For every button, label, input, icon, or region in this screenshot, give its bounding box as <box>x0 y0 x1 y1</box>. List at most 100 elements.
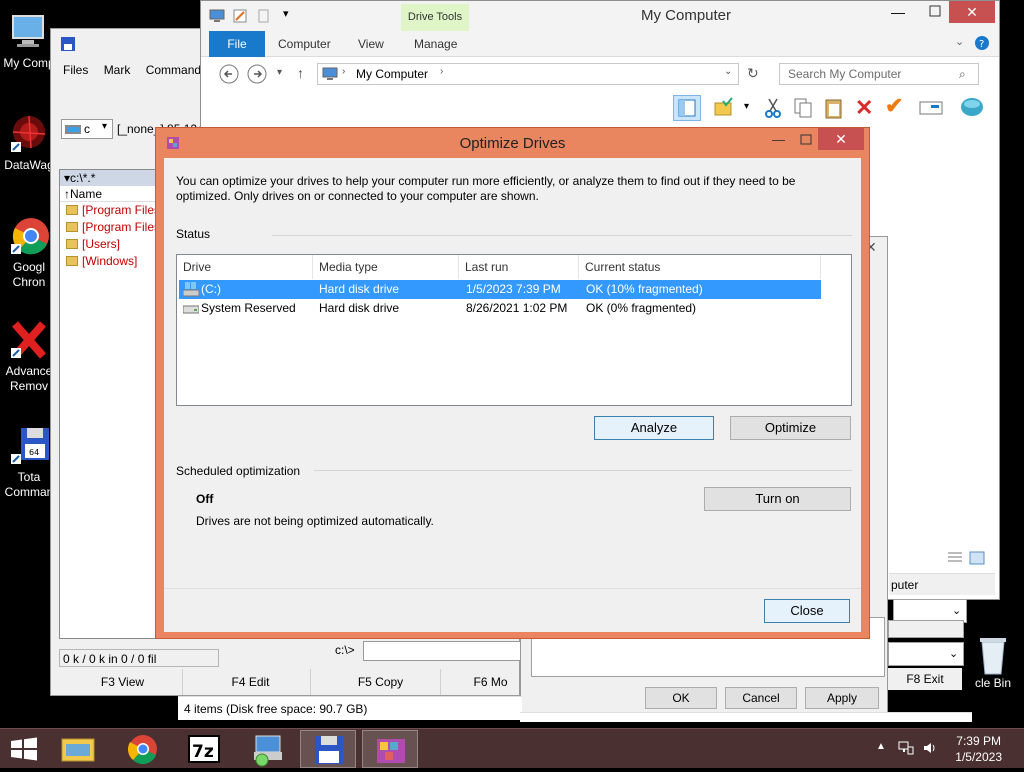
tc-menu-command[interactable]: Command <box>146 59 201 81</box>
close-icon[interactable]: ✕ <box>818 128 864 150</box>
hard-drive-icon <box>182 302 200 321</box>
tc-cmd-input[interactable] <box>363 641 523 661</box>
volume-icon[interactable] <box>922 741 938 758</box>
turn-on-button[interactable]: Turn on <box>704 487 851 511</box>
tc-drive-select[interactable]: c ▾ <box>61 119 113 139</box>
drive-icon <box>65 123 81 138</box>
start-button[interactable] <box>10 737 38 764</box>
maximize-icon[interactable] <box>800 134 812 149</box>
tc-f4-edit-button[interactable]: F4 Edit <box>191 669 311 695</box>
breadcrumb[interactable]: My Computer <box>356 67 428 81</box>
large-icons-view-icon[interactable] <box>969 551 985 568</box>
drive-status: OK (10% fragmented) <box>586 282 703 296</box>
search-input[interactable]: Search My Computer <box>779 63 979 85</box>
taskbar-chrome[interactable] <box>115 730 171 768</box>
clock-date: 1/5/2023 <box>955 750 1002 764</box>
quick-access-dropdown-icon[interactable]: ▾ <box>283 7 289 20</box>
column-header-current-status[interactable]: Current status <box>579 255 821 279</box>
drive-row[interactable]: System Reserved Hard disk drive 8/26/202… <box>179 299 821 318</box>
optimize-button[interactable]: Optimize <box>730 416 851 440</box>
network-globe-icon[interactable] <box>959 95 985 122</box>
explorer-status-bar: 4 items (Disk free space: 90.7 GB) <box>178 696 522 720</box>
section-divider <box>314 470 852 471</box>
network-icon[interactable] <box>898 741 914 758</box>
tc-menu-mark[interactable]: Mark <box>104 59 131 81</box>
apply-button[interactable]: Apply <box>805 687 879 709</box>
expand-ribbon-icon[interactable]: ⌄ <box>955 35 964 48</box>
optimize-drives-dialog: Optimize Drives — ✕ You can optimize you… <box>155 127 870 639</box>
explorer-ribbon-tabs: File Computer View Manage ⌄ ? <box>201 31 999 57</box>
status-section-label: Status <box>176 227 211 241</box>
drive-name: System Reserved <box>201 301 296 315</box>
desktop-icon-recycle-bin[interactable]: cle Bin <box>962 632 1024 690</box>
cancel-button[interactable]: Cancel <box>725 687 797 709</box>
tab-computer[interactable]: Computer <box>278 31 331 57</box>
drive-status: OK (0% fragmented) <box>586 301 697 315</box>
back-icon[interactable] <box>219 64 239 87</box>
copy-icon[interactable] <box>793 97 813 122</box>
computer-icon <box>209 9 225 26</box>
ok-button[interactable]: OK <box>645 687 717 709</box>
tc-f5-copy-button[interactable]: F5 Copy <box>321 669 441 695</box>
datawag-icon <box>7 112 51 156</box>
total-commander-app-icon <box>61 37 75 54</box>
chevron-down-icon[interactable]: ▾ <box>744 101 749 112</box>
up-icon[interactable]: ↑ <box>297 65 304 81</box>
folder-check-icon[interactable] <box>713 97 735 122</box>
maximize-icon[interactable] <box>929 5 941 20</box>
refresh-icon[interactable]: ↻ <box>747 65 759 82</box>
chevron-down-icon[interactable]: ⌄ <box>724 66 732 77</box>
check-icon[interactable]: ✔ <box>885 93 903 119</box>
drive-row[interactable]: (C:) Hard disk drive 1/5/2023 7:39 PM OK… <box>179 280 821 299</box>
taskbar-file-explorer[interactable] <box>50 730 106 768</box>
delete-icon[interactable]: ✕ <box>855 95 873 121</box>
taskbar-total-commander[interactable] <box>300 730 356 768</box>
folder-icon <box>66 222 78 232</box>
computer-icon <box>322 67 338 84</box>
tab-view[interactable]: View <box>358 31 384 57</box>
new-folder-icon[interactable] <box>257 9 271 26</box>
tab-manage[interactable]: Manage <box>414 31 457 57</box>
chrome-icon <box>7 214 51 258</box>
column-header-drive[interactable]: Drive <box>177 255 313 279</box>
details-view-icon[interactable] <box>947 551 963 568</box>
close-icon[interactable]: ✕ <box>949 1 995 23</box>
forward-icon[interactable] <box>247 64 267 87</box>
dialog-description: You can optimize your drives to help you… <box>176 174 796 203</box>
floppy-icon: 64 <box>7 424 51 468</box>
tc-f8-exit-button[interactable]: F8 Exit <box>888 668 962 690</box>
analyze-button[interactable]: Analyze <box>594 416 714 440</box>
taskbar-7zip[interactable]: 7z <box>176 730 232 768</box>
taskbar-setup[interactable] <box>240 730 296 768</box>
column-header-last-run[interactable]: Last run <box>459 255 579 279</box>
tc-menu-files[interactable]: Files <box>63 59 88 81</box>
rename-icon[interactable] <box>919 99 943 120</box>
address-bar[interactable]: › My Computer › ⌄ <box>317 63 739 85</box>
properties-combo[interactable]: ⌄ <box>888 642 964 666</box>
drive-name: (C:) <box>201 282 221 296</box>
tc-f3-view-button[interactable]: F3 View <box>63 669 183 695</box>
taskbar-clock[interactable]: 7:39 PM 1/5/2023 <box>955 733 1002 765</box>
tab-file[interactable]: File <box>209 31 265 57</box>
folder-icon <box>66 239 78 249</box>
folder-icon <box>66 256 78 266</box>
tc-f6-move-button[interactable]: F6 Mo <box>461 669 521 695</box>
chevron-down-icon: ⌄ <box>952 605 962 617</box>
close-button[interactable]: Close <box>764 599 850 623</box>
properties-icon[interactable] <box>233 9 247 26</box>
column-header-media-type[interactable]: Media type <box>313 255 459 279</box>
schedule-description: Drives are not being optimized automatic… <box>196 514 434 528</box>
minimize-icon[interactable]: — <box>772 132 785 147</box>
explorer-titlebar: ▾ Drive Tools My Computer — ✕ <box>201 1 999 31</box>
drive-media-type: Hard disk drive <box>319 282 400 296</box>
tray-expand-icon[interactable]: ▲ <box>876 741 886 752</box>
help-icon[interactable]: ? <box>975 36 989 53</box>
recent-locations-icon[interactable]: ▾ <box>277 67 282 78</box>
paste-icon[interactable] <box>823 97 845 122</box>
preview-pane-button[interactable] <box>673 95 701 121</box>
setup-icon <box>254 735 282 767</box>
search-icon[interactable]: ⌕ <box>959 67 966 82</box>
taskbar-optimize-drives[interactable] <box>362 730 418 768</box>
minimize-icon[interactable]: — <box>891 4 905 20</box>
cut-icon[interactable] <box>763 97 783 122</box>
